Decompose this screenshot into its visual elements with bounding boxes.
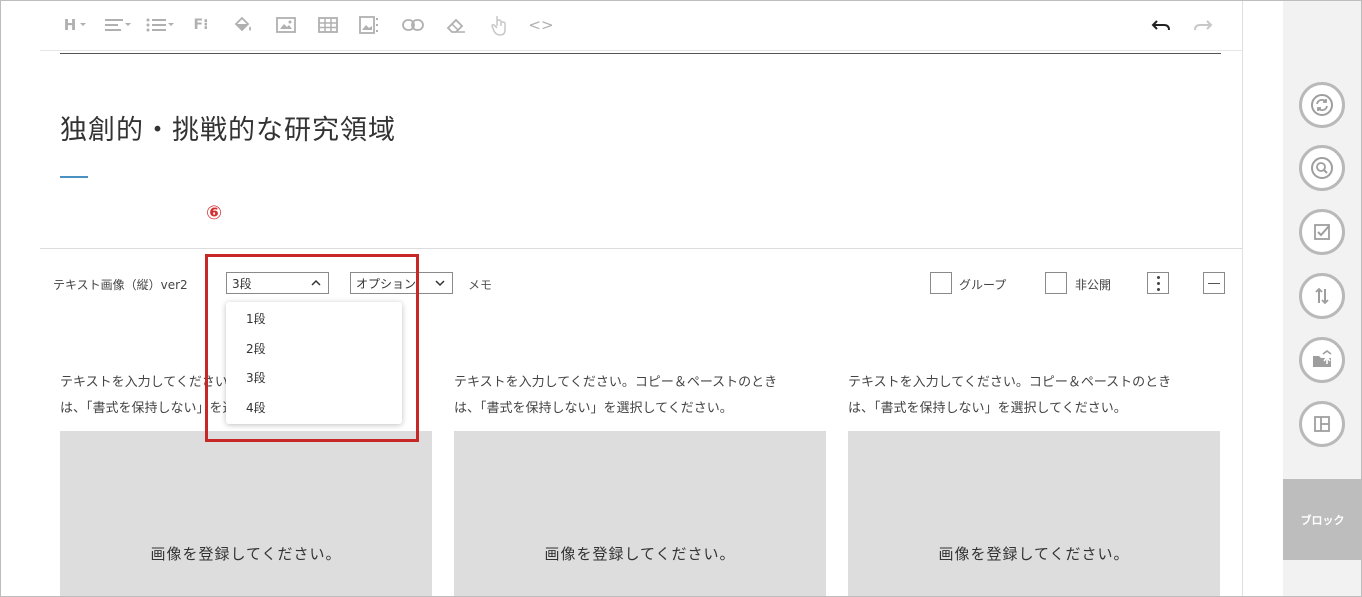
redo-icon[interactable] bbox=[1190, 13, 1216, 37]
format-icon[interactable]: F⁝ bbox=[188, 13, 214, 37]
column-text-line: は、「書式を保持しない」を選択してください。 bbox=[848, 401, 1127, 416]
editor-area: H F⁝ <> 独創的・挑戦的な研究領域 ⑥ テキスト画像（縦）ver2 3段 … bbox=[40, 0, 1243, 597]
align-icon[interactable] bbox=[101, 13, 135, 37]
link-icon[interactable] bbox=[400, 13, 426, 37]
zoom-icon[interactable] bbox=[1299, 145, 1345, 191]
paint-bucket-icon[interactable] bbox=[230, 13, 256, 37]
highlight-box bbox=[205, 254, 419, 442]
page-title[interactable]: 独創的・挑戦的な研究領域 bbox=[60, 108, 396, 147]
checkbox-icon[interactable] bbox=[1299, 209, 1345, 255]
column-2-image-placeholder[interactable]: 画像を登録してください。 bbox=[454, 431, 826, 597]
column-text-line: テキストを入力してください。コピー＆ペーストのとき bbox=[848, 375, 1172, 390]
sort-icon[interactable] bbox=[1299, 273, 1345, 319]
column-2-text[interactable]: テキストを入力してください。コピー＆ペーストのとき は、「書式を保持しない」を選… bbox=[454, 370, 826, 422]
column-1-image-placeholder[interactable]: 画像を登録してください。 bbox=[60, 431, 432, 597]
column-text-line: は、「書式を保持しない」を選択してください。 bbox=[454, 401, 733, 416]
image-placeholder-text: 画像を登録してください。 bbox=[938, 545, 1130, 563]
editor-gap bbox=[1243, 0, 1283, 597]
group-checkbox[interactable] bbox=[930, 272, 952, 294]
format-glyph: F⁝ bbox=[193, 17, 209, 33]
image-grid-icon[interactable] bbox=[357, 13, 383, 37]
table-icon[interactable] bbox=[315, 13, 341, 37]
image-placeholder-text: 画像を登録してください。 bbox=[544, 545, 736, 563]
refresh-icon[interactable] bbox=[1299, 82, 1345, 128]
column-3-text[interactable]: テキストを入力してください。コピー＆ペーストのとき は、「書式を保持しない」を選… bbox=[848, 370, 1220, 422]
memo-link[interactable]: メモ bbox=[468, 276, 492, 293]
layout-icon[interactable] bbox=[1299, 401, 1345, 447]
code-icon[interactable]: <> bbox=[528, 13, 554, 37]
code-glyph: <> bbox=[528, 16, 554, 34]
undo-icon[interactable] bbox=[1148, 13, 1174, 37]
block-type-label: テキスト画像（縦）ver2 bbox=[53, 278, 188, 292]
column-3-image-placeholder[interactable]: 画像を登録してください。 bbox=[848, 431, 1220, 597]
column-text-line: テキストを入力してください。コピー＆ペーストのとき bbox=[454, 375, 778, 390]
block-separator bbox=[40, 248, 1242, 249]
list-icon[interactable] bbox=[143, 13, 177, 37]
collapse-icon[interactable] bbox=[1203, 272, 1225, 294]
heading-glyph: H bbox=[63, 16, 77, 34]
more-options-icon[interactable] bbox=[1147, 272, 1169, 294]
block-tab-label: ブロック bbox=[1300, 513, 1345, 527]
group-label: グループ bbox=[959, 278, 1007, 292]
heading-icon[interactable]: H bbox=[60, 13, 90, 37]
chevron-down-icon bbox=[435, 280, 445, 287]
title-accent-line bbox=[60, 176, 88, 178]
eraser-icon[interactable] bbox=[443, 13, 469, 37]
block-tab-button[interactable]: ブロック bbox=[1283, 479, 1362, 560]
image-placeholder-text: 画像を登録してください。 bbox=[150, 545, 342, 563]
folder-upload-icon[interactable] bbox=[1299, 337, 1345, 383]
image-icon[interactable] bbox=[273, 13, 299, 37]
annotation-number: ⑥ bbox=[206, 202, 223, 224]
content-rule bbox=[60, 53, 1221, 54]
right-sidebar: ブロック bbox=[1283, 0, 1362, 597]
left-gutter bbox=[0, 0, 41, 597]
private-checkbox[interactable] bbox=[1045, 272, 1067, 294]
toolbar: H F⁝ <> bbox=[40, 0, 1242, 51]
hand-pointer-icon[interactable] bbox=[486, 13, 512, 37]
private-label: 非公開 bbox=[1075, 278, 1112, 292]
